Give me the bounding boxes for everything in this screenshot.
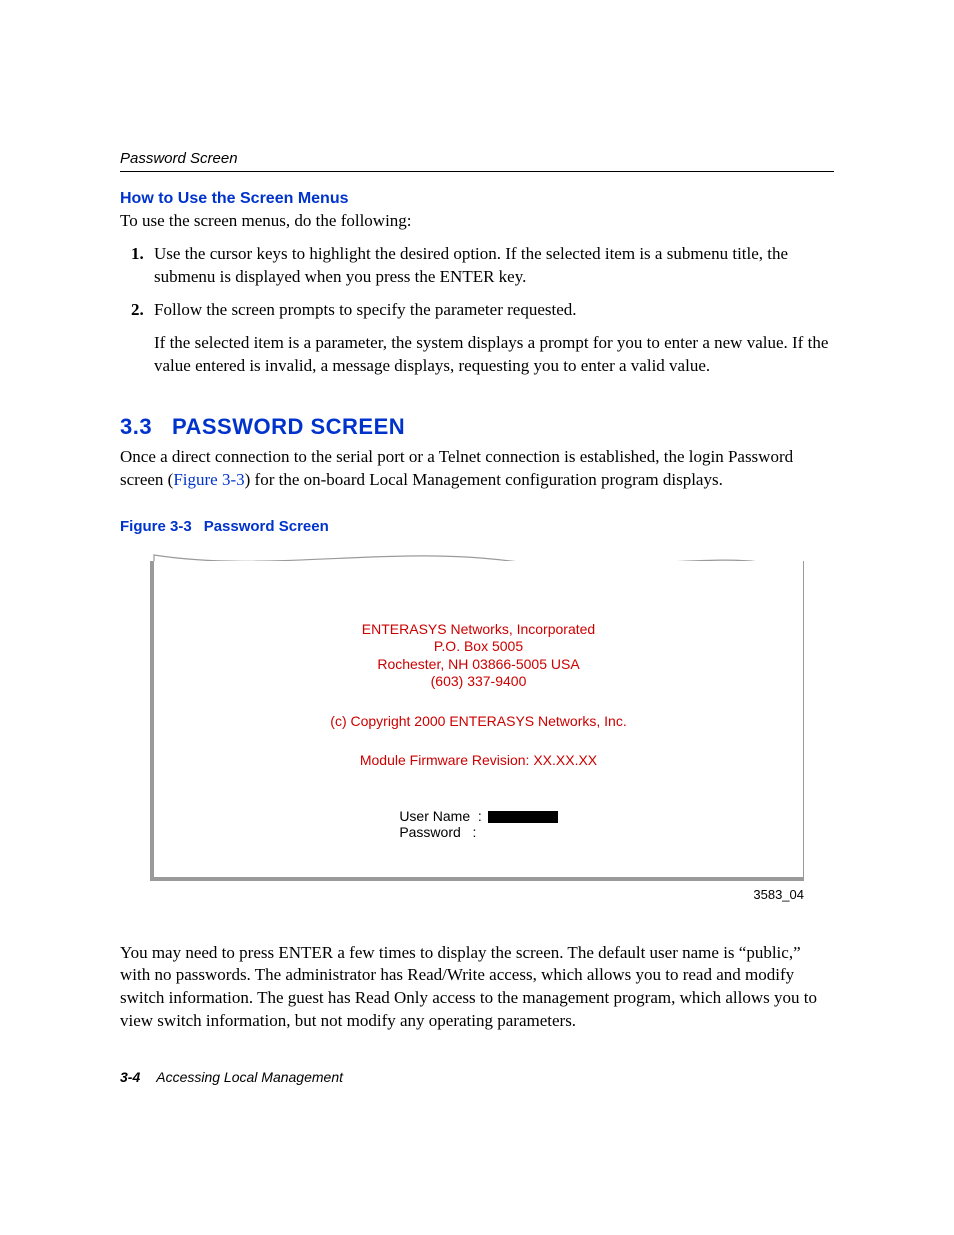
figure-name: Password Screen: [204, 518, 329, 535]
firmware-line: Module Firmware Revision: XX.XX.XX: [154, 752, 803, 770]
step-2-text: Follow the screen prompts to specify the…: [154, 300, 577, 319]
figure-crossref-link[interactable]: Figure 3-3: [173, 470, 244, 489]
after-figure-paragraph: You may need to press ENTER a few times …: [120, 942, 834, 1034]
figure-caption: Figure 3-3 Password Screen: [120, 518, 834, 535]
chapter-name: Accessing Local Management: [156, 1069, 343, 1085]
company-address: Rochester, NH 03866-5005 USA: [154, 656, 803, 674]
section-paragraph-1: Once a direct connection to the serial p…: [120, 446, 834, 492]
page-number: 3-4: [120, 1069, 140, 1085]
section-p1b: ) for the on-board Local Management conf…: [245, 470, 723, 489]
figure-id: 3583_04: [120, 887, 804, 902]
terminal-figure: ENTERASYS Networks, Incorporated P.O. Bo…: [150, 551, 804, 881]
company-block: ENTERASYS Networks, Incorporated P.O. Bo…: [154, 621, 803, 691]
login-block: User Name : Password :: [399, 808, 557, 840]
running-header: Password Screen: [120, 150, 834, 172]
section-number: 3.3: [120, 414, 152, 439]
password-label: Password :: [399, 824, 476, 840]
page-footer: 3-4 Accessing Local Management: [120, 1069, 343, 1085]
subsection-title: How to Use the Screen Menus: [120, 190, 834, 208]
section-title: PASSWORD SCREEN: [172, 414, 405, 439]
password-row: Password :: [399, 824, 557, 840]
subsection-intro: To use the screen menus, do the followin…: [120, 210, 834, 233]
step-2-sub: If the selected item is a parameter, the…: [154, 332, 834, 378]
terminal-content: ENTERASYS Networks, Incorporated P.O. Bo…: [154, 621, 803, 840]
step-2: Follow the screen prompts to specify the…: [148, 299, 834, 378]
step-list: Use the cursor keys to highlight the des…: [120, 243, 834, 378]
company-pobox: P.O. Box 5005: [154, 638, 803, 656]
section-heading: 3.3 PASSWORD SCREEN: [120, 414, 834, 440]
company-phone: (603) 337-9400: [154, 673, 803, 691]
username-row: User Name :: [399, 808, 557, 824]
username-label: User Name :: [399, 808, 481, 824]
step-1-text: Use the cursor keys to highlight the des…: [154, 244, 788, 286]
company-name: ENTERASYS Networks, Incorporated: [154, 621, 803, 639]
document-page: Password Screen How to Use the Screen Me…: [0, 0, 954, 1235]
cursor-icon: [488, 811, 558, 823]
figure-label: Figure 3-3: [120, 518, 192, 535]
copyright-line: (c) Copyright 2000 ENTERASYS Networks, I…: [154, 713, 803, 731]
terminal-frame: ENTERASYS Networks, Incorporated P.O. Bo…: [150, 561, 804, 881]
step-1: Use the cursor keys to highlight the des…: [148, 243, 834, 289]
